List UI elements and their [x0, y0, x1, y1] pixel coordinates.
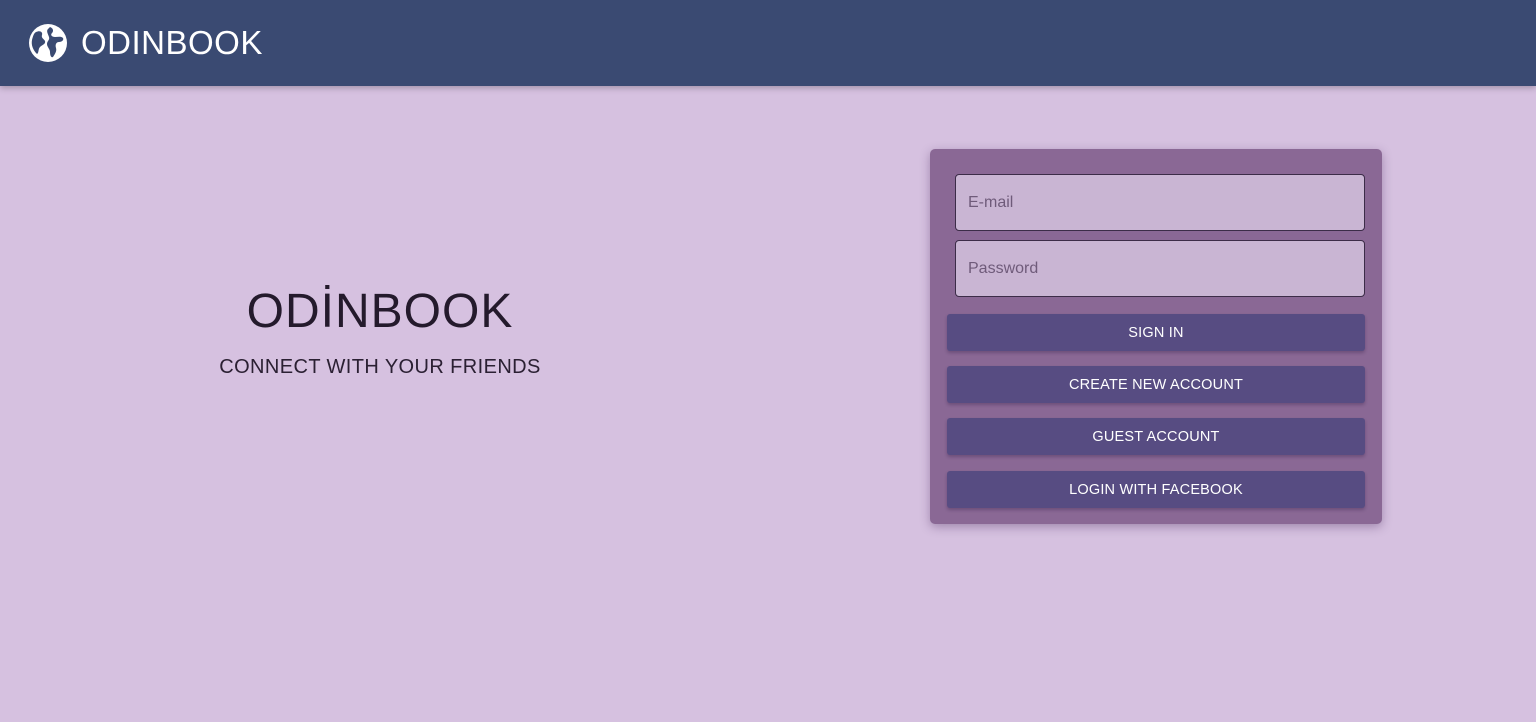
password-field[interactable] [955, 240, 1365, 297]
top-navbar: ODINBOOK [0, 0, 1536, 86]
hero-subtitle: CONNECT WITH YOUR FRIENDS [219, 356, 541, 378]
hero-title: ODİNBOOK [246, 285, 514, 338]
hero-section: ODİNBOOK CONNECT WITH YOUR FRIENDS [160, 280, 600, 379]
guest-account-button[interactable]: GUEST ACCOUNT [947, 418, 1365, 455]
facebook-login-button[interactable]: LOGIN WITH FACEBOOK [947, 471, 1365, 508]
login-card: SIGN IN CREATE NEW ACCOUNT GUEST ACCOUNT… [930, 149, 1382, 524]
brand-name[interactable]: ODINBOOK [81, 24, 263, 62]
create-account-button[interactable]: CREATE NEW ACCOUNT [947, 366, 1365, 403]
email-field[interactable] [955, 174, 1365, 231]
sign-in-button[interactable]: SIGN IN [947, 314, 1365, 351]
globe-icon[interactable] [28, 23, 68, 63]
